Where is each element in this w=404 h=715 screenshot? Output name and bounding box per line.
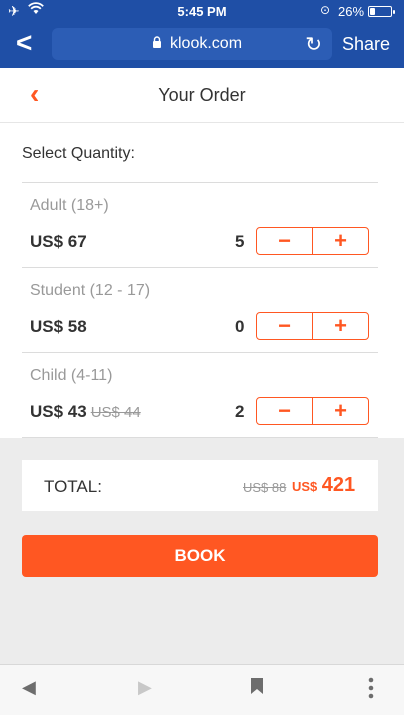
bookmark-icon[interactable] xyxy=(250,677,264,700)
ticket-list: Adult (18+) US$ 67 5 − + Student (12 - 1… xyxy=(22,182,378,438)
total-price: US$ 421 xyxy=(292,474,356,496)
select-quantity-label: Select Quantity: xyxy=(22,145,135,162)
rotation-lock-icon: ⊙ xyxy=(320,3,331,17)
lock-icon xyxy=(152,36,162,51)
increase-button[interactable]: + xyxy=(313,398,368,424)
increase-button[interactable]: + xyxy=(313,313,368,339)
url-text: klook.com xyxy=(170,35,243,52)
reload-icon[interactable]: ↻ xyxy=(305,32,322,57)
ticket-price: US$ 58 xyxy=(30,317,87,336)
decrease-button[interactable]: − xyxy=(257,228,313,254)
ticket-row-child: Child (4-11) US$ 43 US$ 44 2 − + xyxy=(22,352,378,437)
page-header: ‹ Your Order xyxy=(0,68,404,123)
forward-icon[interactable]: ▶ xyxy=(138,677,152,698)
back-icon[interactable]: ◀ xyxy=(22,677,36,698)
ticket-price: US$ 43 US$ 44 xyxy=(30,402,141,421)
ticket-category: Child (4-11) xyxy=(30,367,113,384)
quantity-stepper: − + xyxy=(256,227,369,255)
total-original-price: US$ 88 xyxy=(243,480,287,495)
quantity-stepper: − + xyxy=(256,312,369,340)
share-button[interactable]: Share xyxy=(342,34,390,55)
ticket-quantity: 5 xyxy=(235,232,245,251)
status-bar: ✈ 5:45 PM ⊙ 26% xyxy=(0,0,404,22)
book-button[interactable]: BOOK xyxy=(22,535,378,577)
browser-back-button[interactable]: < xyxy=(16,28,32,58)
ticket-quantity: 0 xyxy=(235,317,245,336)
increase-button[interactable]: + xyxy=(313,228,368,254)
page-title: Your Order xyxy=(158,85,246,105)
total-label: TOTAL: xyxy=(44,477,102,496)
ticket-category: Adult (18+) xyxy=(30,197,109,214)
decrease-button[interactable]: − xyxy=(257,313,313,339)
address-bar[interactable]: klook.com ↻ xyxy=(52,28,332,60)
more-icon[interactable] xyxy=(368,677,374,704)
battery-percent: 26% xyxy=(338,4,365,19)
ticket-category: Student (12 - 17) xyxy=(30,282,151,299)
ticket-row-student: Student (12 - 17) US$ 58 0 − + xyxy=(22,267,378,352)
battery-icon xyxy=(368,6,395,17)
ticket-quantity: 2 xyxy=(235,402,245,421)
decrease-button[interactable]: − xyxy=(257,398,313,424)
browser-toolbar: ◀ ▶ xyxy=(0,664,404,715)
browser-chrome: ✈ 5:45 PM ⊙ 26% < klook.com ↻ Share xyxy=(0,0,404,68)
quantity-stepper: − + xyxy=(256,397,369,425)
ticket-row-adult: Adult (18+) US$ 67 5 − + xyxy=(22,182,378,267)
ticket-price: US$ 67 xyxy=(30,232,87,251)
total-box: TOTAL: US$ 88 US$ 421 xyxy=(22,460,378,511)
url-bar-row: < klook.com ↻ Share xyxy=(0,22,404,68)
original-price: US$ 44 xyxy=(90,404,141,421)
